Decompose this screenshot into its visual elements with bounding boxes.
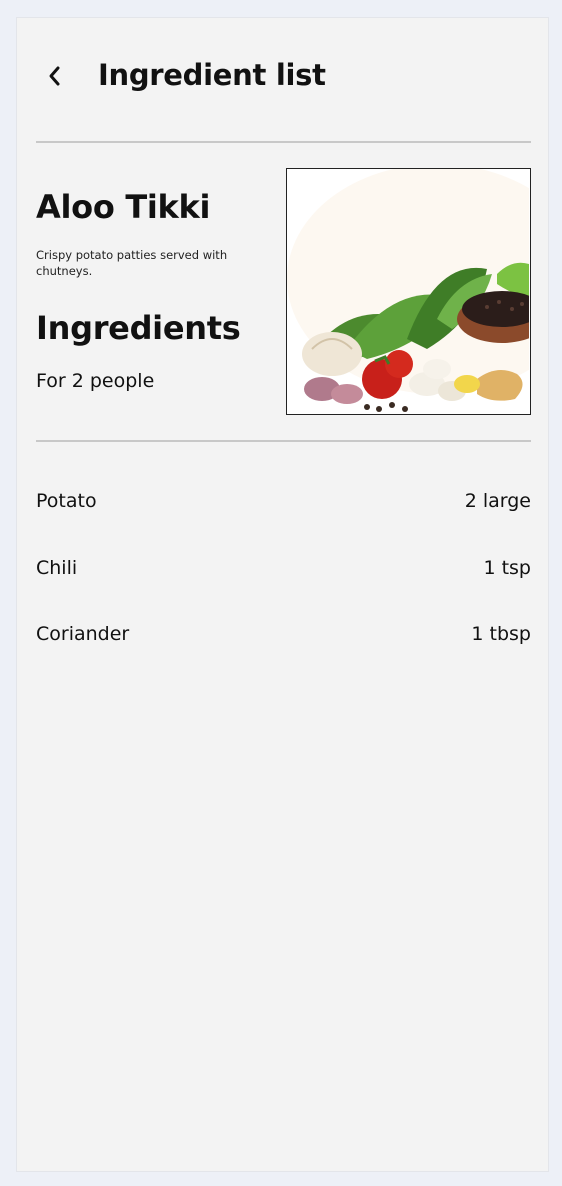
ingredient-row[interactable]: Potato 2 large — [36, 468, 531, 535]
ingredient-quantity: 1 tbsp — [471, 623, 531, 646]
recipe-name: Aloo Tikki — [36, 188, 211, 226]
app-screen: Ingredient list Aloo Tikki Crispy potato… — [16, 17, 549, 1172]
recipe-description: Crispy potato patties served with chutne… — [36, 248, 228, 278]
vegetables-spices-image — [287, 169, 529, 412]
ingredient-list: Potato 2 large Chili 1 tsp Coriander 1 t… — [36, 468, 531, 668]
back-button[interactable] — [39, 58, 71, 94]
header-divider — [36, 141, 531, 143]
servings-text: For 2 people — [36, 370, 155, 392]
ingredient-name: Potato — [36, 490, 97, 513]
ingredient-name: Coriander — [36, 623, 130, 646]
ingredient-name: Chili — [36, 556, 78, 579]
ingredient-row[interactable]: Chili 1 tsp — [36, 535, 531, 602]
chevron-left-icon — [49, 66, 60, 86]
ingredient-quantity: 2 large — [464, 490, 531, 513]
page-title: Ingredient list — [98, 58, 326, 92]
ingredient-quantity: 1 tsp — [483, 556, 531, 579]
section-divider — [36, 440, 531, 442]
ingredients-heading: Ingredients — [36, 309, 241, 347]
app-header: Ingredient list — [17, 18, 548, 142]
recipe-image — [286, 168, 531, 415]
ingredient-row[interactable]: Coriander 1 tbsp — [36, 601, 531, 668]
